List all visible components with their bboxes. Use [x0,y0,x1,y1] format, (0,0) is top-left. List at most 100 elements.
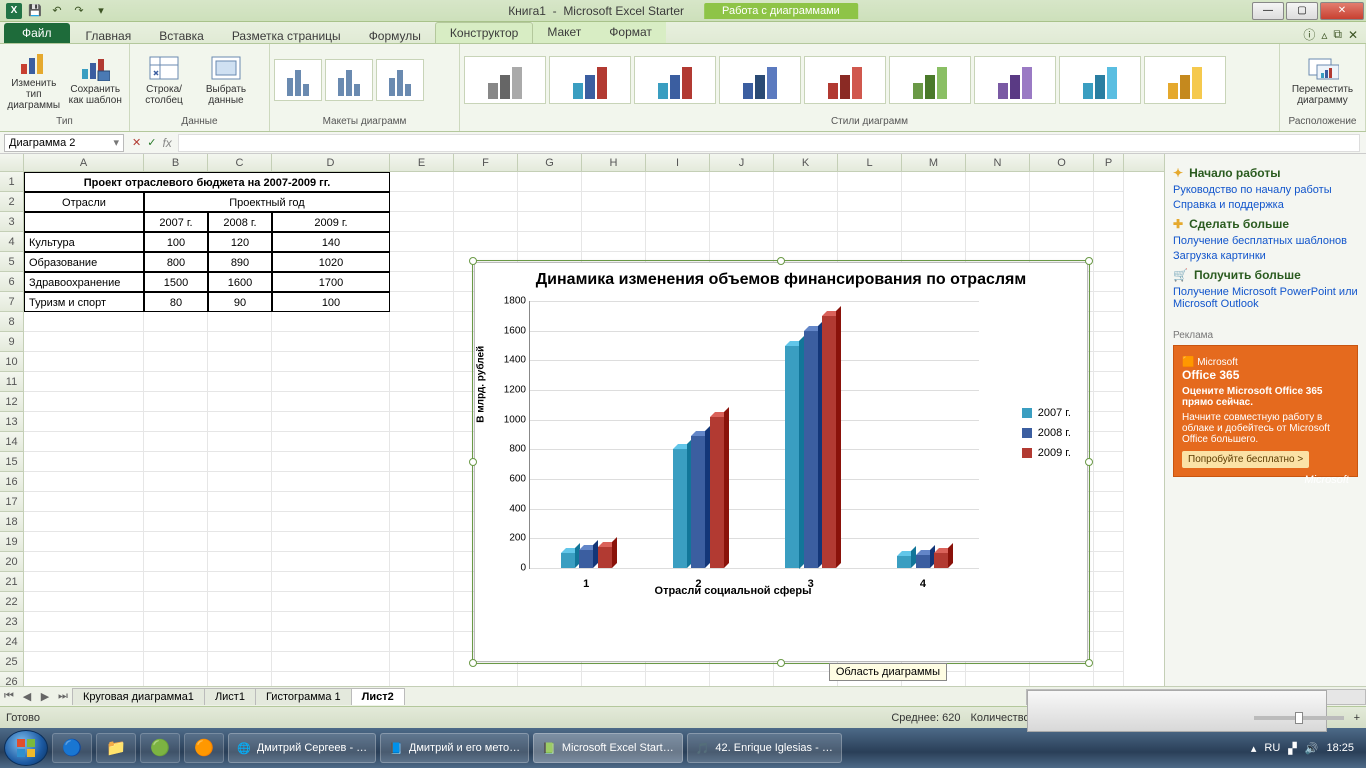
taskbar-utorrent-icon[interactable]: 🟢 [140,733,180,763]
cell[interactable] [390,292,454,312]
cell[interactable] [838,172,902,192]
save-icon[interactable]: 💾 [26,2,44,20]
save-template-button[interactable]: Сохранить как шаблон [66,47,126,113]
cell[interactable] [1094,292,1124,312]
cell[interactable] [966,232,1030,252]
sheet-tab[interactable]: Гистограмма 1 [255,688,352,705]
cell[interactable] [390,492,454,512]
cell[interactable]: 800 [144,252,208,272]
row-header[interactable]: 10 [0,352,24,372]
cell[interactable] [966,172,1030,192]
cell[interactable] [646,232,710,252]
cell[interactable] [390,532,454,552]
worksheet[interactable]: ABCDEFGHIJKLMNOP 1Проект отраслевого бюд… [0,154,1164,686]
cell[interactable] [1030,212,1094,232]
cell[interactable] [272,552,390,572]
switch-row-col-button[interactable]: Строка/столбец [134,47,194,113]
cell[interactable] [1094,172,1124,192]
cell[interactable] [1094,452,1124,472]
chart-title[interactable]: Динамика изменения объемов финансировани… [475,263,1087,293]
cell[interactable] [390,452,454,472]
row-header[interactable]: 11 [0,372,24,392]
cell[interactable] [390,312,454,332]
chart-plot-area[interactable]: В млрд. рублей 0200400600800100012001400… [487,297,1079,599]
cell[interactable] [1094,192,1124,212]
cell[interactable] [208,392,272,412]
cell[interactable] [144,352,208,372]
cell[interactable] [454,192,518,212]
cell[interactable] [144,332,208,352]
cell[interactable] [272,492,390,512]
cell[interactable] [144,592,208,612]
cell[interactable] [390,352,454,372]
column-header[interactable]: A [24,154,144,171]
cell[interactable]: 2008 г. [208,212,272,232]
row-header[interactable]: 5 [0,252,24,272]
cell[interactable]: 80 [144,292,208,312]
chart-bar[interactable] [785,346,799,569]
cell[interactable] [902,232,966,252]
sheet-tab[interactable]: Лист1 [204,688,256,705]
cell[interactable] [1094,272,1124,292]
taskbar-app[interactable]: 🌐Дмитрий Сергеев - … [228,733,376,763]
horizontal-scrollbar[interactable] [1026,689,1366,705]
chart-layout-thumb[interactable] [376,59,424,101]
tray-show-hidden-icon[interactable]: ▴ [1251,742,1257,755]
cell[interactable]: 100 [144,232,208,252]
cell[interactable] [390,332,454,352]
row-header[interactable]: 17 [0,492,24,512]
chart-x-axis-label[interactable]: Отрасли социальной сферы [487,585,979,597]
cell[interactable] [1094,432,1124,452]
row-header[interactable]: 19 [0,532,24,552]
row-header[interactable]: 1 [0,172,24,192]
cell[interactable] [24,532,144,552]
window-restore-icon[interactable]: ⧉ [1333,27,1342,42]
column-header[interactable]: J [710,154,774,171]
taskbar-app[interactable]: 📗Microsoft Excel Start… [533,733,683,763]
chart-style-thumb[interactable] [804,56,886,104]
cell[interactable] [1094,332,1124,352]
cell[interactable] [208,532,272,552]
cell[interactable] [710,172,774,192]
cell[interactable] [272,532,390,552]
sheet-nav-prev[interactable]: ◀ [18,690,36,703]
cell[interactable] [390,372,454,392]
cell[interactable] [144,372,208,392]
cell[interactable] [24,592,144,612]
cell[interactable] [24,332,144,352]
cell[interactable] [518,192,582,212]
chart-bar[interactable] [897,556,911,568]
cell[interactable] [272,452,390,472]
cell[interactable] [24,312,144,332]
cell[interactable]: Проектный год [144,192,390,212]
cell[interactable] [1094,232,1124,252]
cell[interactable] [710,232,774,252]
cell[interactable] [24,392,144,412]
cell[interactable] [966,672,1030,686]
chart-style-thumb[interactable] [889,56,971,104]
panel-link[interactable]: Получение Microsoft PowerPoint или Micro… [1173,286,1358,310]
column-header[interactable]: P [1094,154,1124,171]
cell[interactable] [144,392,208,412]
cell[interactable] [646,212,710,232]
cell[interactable] [144,312,208,332]
cell[interactable] [1094,612,1124,632]
row-header[interactable]: 15 [0,452,24,472]
chart-bar[interactable] [691,436,705,568]
taskbar-app[interactable]: 🎵42. Enrique Iglesias - … [687,733,842,763]
cell[interactable] [518,232,582,252]
column-header[interactable]: O [1030,154,1094,171]
cell[interactable]: 2009 г. [272,212,390,232]
cell[interactable] [390,572,454,592]
close-button[interactable]: ✕ [1320,2,1364,20]
ad-banner[interactable]: 🟧 MicrosoftOffice 365 Оцените Microsoft … [1173,345,1358,477]
minimize-button[interactable]: — [1252,2,1284,20]
cell[interactable] [144,472,208,492]
chart-bar[interactable] [673,449,687,568]
cell[interactable] [272,592,390,612]
cell[interactable] [272,472,390,492]
row-header[interactable]: 14 [0,432,24,452]
row-header[interactable]: 16 [0,472,24,492]
tray-clock[interactable]: 18:25 [1326,742,1354,754]
cell[interactable] [208,652,272,672]
